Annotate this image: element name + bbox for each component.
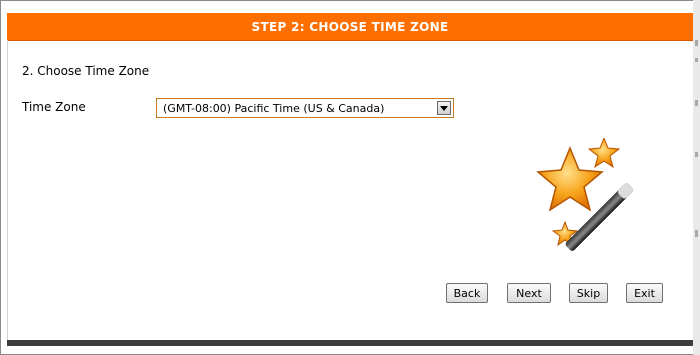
exit-button[interactable]: Exit bbox=[626, 283, 663, 303]
edge-stripe bbox=[695, 152, 698, 157]
wizard-header: STEP 2: CHOOSE TIME ZONE bbox=[7, 13, 693, 41]
content-border bbox=[7, 40, 8, 340]
magic-wand-with-stars-icon bbox=[530, 136, 660, 268]
chevron-down-icon[interactable] bbox=[437, 101, 451, 115]
time-zone-selected-value: (GMT-08:00) Pacific Time (US & Canada) bbox=[163, 102, 385, 115]
edge-stripe bbox=[695, 40, 698, 46]
time-zone-select[interactable]: (GMT-08:00) Pacific Time (US & Canada) bbox=[156, 98, 454, 118]
edge-stripe bbox=[695, 100, 698, 106]
edge-stripe bbox=[695, 230, 698, 237]
window-edge bbox=[693, 0, 700, 355]
next-button[interactable]: Next bbox=[507, 283, 551, 303]
skip-button[interactable]: Skip bbox=[569, 283, 608, 303]
bottom-border bbox=[7, 340, 693, 346]
edge-stripe bbox=[695, 58, 698, 62]
header-title: STEP 2: CHOOSE TIME ZONE bbox=[251, 19, 449, 34]
back-button[interactable]: Back bbox=[446, 283, 488, 303]
section-title: 2. Choose Time Zone bbox=[22, 64, 150, 78]
time-zone-label: Time Zone bbox=[22, 100, 86, 114]
